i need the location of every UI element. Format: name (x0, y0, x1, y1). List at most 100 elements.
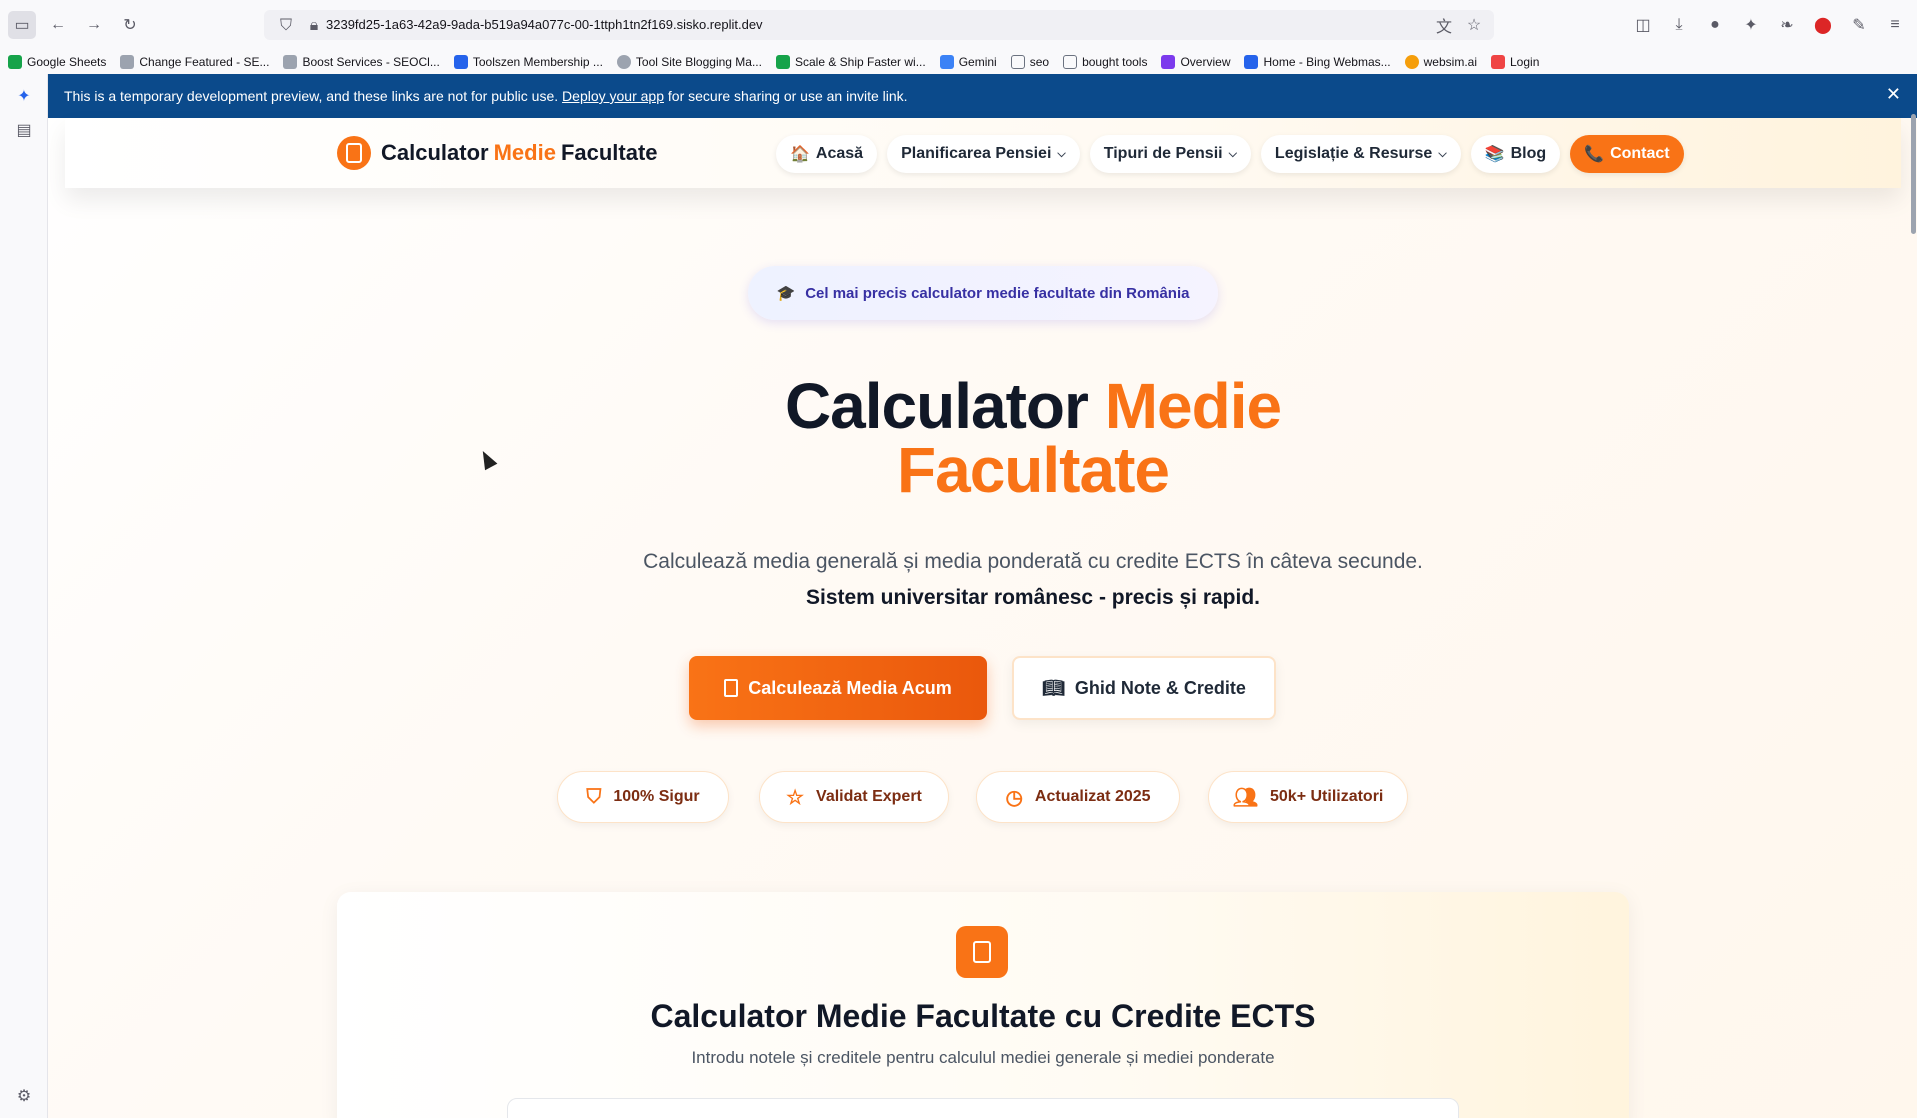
folder-icon (1063, 55, 1078, 69)
browser-toolbar: ▭ ← → ↻ ⛉ 🔒︎ 3239fd25-1a63-42a9-9ada-b51… (0, 0, 1917, 50)
extensions-icon[interactable]: ✦ (1737, 11, 1765, 39)
hero-subtitle: Calculează media generală și media ponde… (643, 550, 1423, 573)
main-nav: 🏠 Acasă Planificarea Pensiei ⌵ Tipuri de P… (776, 135, 1684, 173)
hero-title: Calculator Medie Facultate (784, 370, 1282, 506)
overview-icon (1161, 55, 1176, 69)
phone-icon: 📞 (1584, 146, 1605, 163)
shield-icon: ⛉ (586, 785, 602, 808)
banner-text: This is a temporary development preview,… (64, 88, 559, 104)
bookmark-bought-tools[interactable]: bought tools (1063, 55, 1147, 69)
reload-icon[interactable]: ↻ (116, 11, 144, 39)
card-subtitle: Introdu notele și creditele pentru calcu… (691, 1048, 1275, 1067)
toolszen-icon (453, 55, 468, 69)
folder-icon (1010, 55, 1025, 69)
bookmark-boost-services[interactable]: Boost Services - SEOCl... (283, 55, 440, 69)
pill-text: Cel mai precis calculator medie facultat… (805, 284, 1190, 302)
bookmark-overview[interactable]: Overview (1161, 55, 1230, 69)
gemini-icon (939, 55, 954, 69)
sidebar-toggle-icon[interactable]: ▭ (8, 11, 36, 39)
forward-icon[interactable]: → (80, 11, 108, 39)
bookmark-change-featured[interactable]: Change Featured - SE... (120, 55, 269, 69)
badge-expert: ☆ Validat Expert (759, 771, 949, 823)
nav-legislatie-resurse[interactable]: Legislație & Resurse ⌵ (1260, 135, 1461, 173)
browser-sidebar: ✦ ▤ ⚙ (0, 74, 48, 1118)
dev-preview-banner: This is a temporary development preview,… (48, 74, 1917, 118)
settings-gear-icon[interactable]: ⚙ (12, 1084, 36, 1108)
calculator-card: Calculator Medie Facultate cu Credite EC… (337, 892, 1629, 1118)
url-text[interactable]: 3239fd25-1a63-42a9-9ada-b519a94a077c-00-… (326, 17, 763, 32)
book-open-icon: 📖︎ (1042, 677, 1065, 698)
close-icon[interactable]: ✕ (1886, 84, 1901, 105)
bookmark-scale-ship[interactable]: Scale & Ship Faster wi... (775, 55, 926, 69)
network-icon (120, 55, 135, 69)
lock-icon[interactable]: 🔒︎ (300, 12, 328, 40)
books-icon: 📚 (1484, 146, 1505, 163)
calculator-icon (337, 136, 371, 170)
page-scrollbar[interactable] (1909, 74, 1917, 1118)
account-icon[interactable]: ● (1701, 11, 1729, 39)
hero-pill-badge: 🎓 Cel mai precis calculator medie facult… (748, 266, 1218, 320)
page-viewport: This is a temporary development preview,… (48, 74, 1917, 1118)
nav-tipuri-de-pensii[interactable]: Tipuri de Pensii ⌵ (1089, 135, 1251, 173)
history-icon[interactable]: ▤ (12, 118, 36, 142)
translate-icon[interactable]: 文 (1430, 11, 1458, 39)
badge-users: 👥︎ 50k+ Utilizatori (1208, 771, 1408, 823)
bookmark-login[interactable]: Login (1491, 55, 1539, 69)
sheets-icon (8, 55, 22, 69)
bookmark-toolszen[interactable]: Toolszen Membership ... (453, 55, 603, 69)
banner-text-after: for secure sharing or use an invite link… (667, 88, 908, 104)
bookmark-websim[interactable]: websim.ai (1404, 55, 1477, 69)
extension-leaf-icon[interactable]: ❧ (1773, 11, 1801, 39)
extension-red-icon[interactable]: ⬤ (1809, 11, 1837, 39)
globe-icon (616, 55, 631, 69)
edit-icon[interactable]: ✎ (1845, 11, 1873, 39)
calculate-now-button[interactable]: Calculează Media Acum (689, 656, 987, 720)
websim-icon (1404, 55, 1419, 69)
nav-blog[interactable]: 📚 Blog (1470, 135, 1561, 173)
pocket-icon[interactable]: ◫ (1629, 11, 1657, 39)
graduation-cap-icon: 🎓 (776, 285, 796, 302)
bookmark-bing-webmaster[interactable]: Home - Bing Webmas... (1244, 55, 1391, 69)
nav-acasa[interactable]: 🏠 Acasă (776, 135, 878, 173)
site-logo[interactable]: Calculator Medie Facultate (337, 136, 658, 170)
menu-icon[interactable]: ≡ (1881, 11, 1909, 39)
clock-icon: ◷ (1005, 786, 1023, 809)
bookmark-star-icon[interactable]: ☆ (1460, 11, 1488, 39)
bookmarks-bar: Google Sheets Change Featured - SE... Bo… (0, 50, 1917, 74)
card-title: Calculator Medie Facultate cu Credite EC… (650, 998, 1316, 1034)
house-icon: 🏠 (790, 146, 810, 163)
hero-subtitle-bold: Sistem universitar românesc - precis și … (805, 586, 1261, 609)
login-icon (1491, 55, 1505, 69)
logo-text-2: Medie (493, 140, 556, 165)
chevron-down-icon: ⌵ (1057, 147, 1066, 160)
scrollbar-thumb[interactable] (1911, 114, 1916, 234)
badge-secure: ⛉ 100% Sigur (557, 771, 729, 823)
badge-updated: ◷ Actualizat 2025 (976, 771, 1180, 823)
deploy-link[interactable]: Deploy your app (562, 88, 664, 104)
bookmark-gemini[interactable]: Gemini (939, 55, 997, 69)
bookmark-seo[interactable]: seo (1010, 55, 1049, 69)
calculator-icon (956, 926, 1008, 978)
url-bar[interactable]: ⛉ 🔒︎ 3239fd25-1a63-42a9-9ada-b519a94a077… (264, 10, 1494, 40)
back-icon[interactable]: ← (44, 11, 72, 39)
grades-input-area[interactable] (507, 1098, 1459, 1118)
tracking-shield-icon[interactable]: ⛉ (272, 12, 300, 40)
logo-text-1: Calculator (381, 140, 489, 165)
users-icon: 👥︎ (1232, 786, 1258, 809)
star-icon: ☆ (786, 786, 805, 809)
chevron-down-icon: ⌵ (1438, 147, 1447, 160)
nav-planificarea-pensiei[interactable]: Planificarea Pensiei ⌵ (887, 135, 1080, 173)
ai-sparkle-icon[interactable]: ✦ (12, 84, 36, 108)
bing-icon (1244, 55, 1259, 69)
site-header: Calculator Medie Facultate 🏠 Acasă Planif… (65, 118, 1901, 188)
chevron-down-icon: ⌵ (1228, 147, 1237, 160)
network-icon (283, 55, 298, 69)
bookmark-tool-site[interactable]: Tool Site Blogging Ma... (616, 55, 762, 69)
bookmark-google-sheets[interactable]: Google Sheets (8, 55, 106, 69)
download-icon[interactable]: ⤓ (1665, 11, 1693, 39)
calculator-icon (724, 679, 739, 697)
nav-contact-button[interactable]: 📞 Contact (1570, 135, 1684, 173)
logo-text-3: Facultate (560, 140, 658, 165)
toolbar-extensions: ◫ ⤓ ● ✦ ❧ ⬤ ✎ ≡ (1629, 11, 1909, 39)
guide-button[interactable]: 📖︎ Ghid Note & Credite (1012, 656, 1276, 720)
